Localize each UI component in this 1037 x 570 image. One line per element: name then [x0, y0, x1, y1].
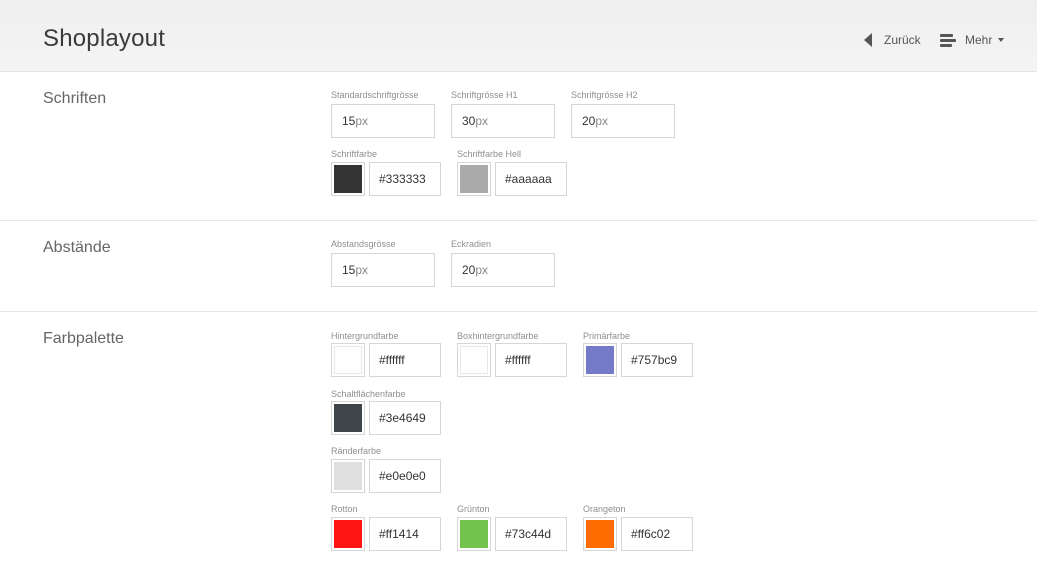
corner-radius-input[interactable]: 20px [451, 253, 555, 287]
section-title-fonts: Schriften [43, 90, 107, 107]
corner-radius-value: 20 [462, 263, 476, 277]
spacing-size-value: 15 [342, 263, 356, 277]
font-color-swatch[interactable] [331, 162, 365, 196]
font-color-label: Schriftfarbe [331, 149, 378, 159]
h1-font-size-input[interactable]: 30px [451, 104, 555, 138]
page-header: Shoplayout Zurück Mehr [0, 0, 1037, 72]
border-color-label: Ränderfarbe [331, 446, 382, 456]
font-color-light-input[interactable]: #aaaaaa [495, 162, 567, 196]
button-color-label: Schaltflächenfarbe [331, 389, 406, 399]
spacing-size-input[interactable]: 15px [331, 253, 435, 287]
orange-tone-label: Orangeton [583, 504, 626, 514]
button-color-swatch-fill [334, 404, 362, 432]
corner-radius-label: Eckradien [451, 239, 492, 249]
border-color-swatch-fill [334, 462, 362, 490]
primary-color-swatch[interactable] [583, 343, 617, 377]
h2-font-size-label: Schriftgrösse H2 [571, 90, 638, 100]
button-color-input[interactable]: #3e4649 [369, 401, 441, 435]
red-tone-label: Rotton [331, 504, 358, 514]
back-button-label: Zurück [884, 33, 921, 47]
corner-radius-unit: px [475, 263, 489, 277]
font-color-input[interactable]: #333333 [369, 162, 441, 196]
menu-icon [940, 33, 956, 47]
section-title-palette: Farbpalette [43, 330, 124, 347]
border-color-swatch[interactable] [331, 459, 365, 493]
red-tone-swatch[interactable] [331, 517, 365, 551]
background-color-label: Hintergrundfarbe [331, 331, 399, 341]
background-color-swatch-fill [334, 346, 362, 374]
box-background-color-swatch-fill [460, 346, 488, 374]
orange-tone-swatch-fill [586, 520, 614, 548]
green-tone-label: Grünton [457, 504, 490, 514]
orange-tone-input[interactable]: #ff6c02 [621, 517, 693, 551]
box-background-color-swatch[interactable] [457, 343, 491, 377]
spacing-size-unit: px [355, 263, 369, 277]
back-button[interactable]: Zurück [864, 30, 921, 50]
red-tone-input[interactable]: #ff1414 [369, 517, 441, 551]
font-color-light-label: Schriftfarbe Hell [457, 149, 522, 159]
section-divider [0, 311, 1037, 312]
caret-left-icon [864, 33, 872, 47]
background-color-swatch[interactable] [331, 343, 365, 377]
more-menu-button[interactable]: Mehr [940, 30, 1005, 50]
section-divider [0, 220, 1037, 221]
h2-font-size-input[interactable]: 20px [571, 104, 675, 138]
primary-color-swatch-fill [586, 346, 614, 374]
font-color-light-swatch[interactable] [457, 162, 491, 196]
spacing-size-label: Abstandsgrösse [331, 239, 396, 249]
page-title: Shoplayout [43, 25, 166, 52]
h1-font-size-label: Schriftgrösse H1 [451, 90, 518, 100]
box-background-color-label: Boxhintergrundfarbe [457, 331, 539, 341]
h2-font-size-value: 20 [582, 114, 596, 128]
font-color-light-swatch-fill [460, 165, 488, 193]
primary-color-label: Primärfarbe [583, 331, 631, 341]
base-font-size-unit: px [355, 114, 369, 128]
box-background-color-input[interactable]: #ffffff [495, 343, 567, 377]
base-font-size-label: Standardschriftgrösse [331, 90, 419, 100]
h2-font-size-unit: px [595, 114, 609, 128]
primary-color-input[interactable]: #757bc9 [621, 343, 693, 377]
base-font-size-input[interactable]: 15px [331, 104, 435, 138]
background-color-input[interactable]: #ffffff [369, 343, 441, 377]
green-tone-input[interactable]: #73c44d [495, 517, 567, 551]
caret-down-icon [998, 38, 1005, 42]
orange-tone-swatch[interactable] [583, 517, 617, 551]
more-button-label: Mehr [965, 33, 993, 47]
base-font-size-value: 15 [342, 114, 356, 128]
red-tone-swatch-fill [334, 520, 362, 548]
green-tone-swatch-fill [460, 520, 488, 548]
font-color-swatch-fill [334, 165, 362, 193]
section-title-spacing: Abstände [43, 239, 111, 256]
green-tone-swatch[interactable] [457, 517, 491, 551]
h1-font-size-unit: px [475, 114, 489, 128]
h1-font-size-value: 30 [462, 114, 476, 128]
border-color-input[interactable]: #e0e0e0 [369, 459, 441, 493]
button-color-swatch[interactable] [331, 401, 365, 435]
